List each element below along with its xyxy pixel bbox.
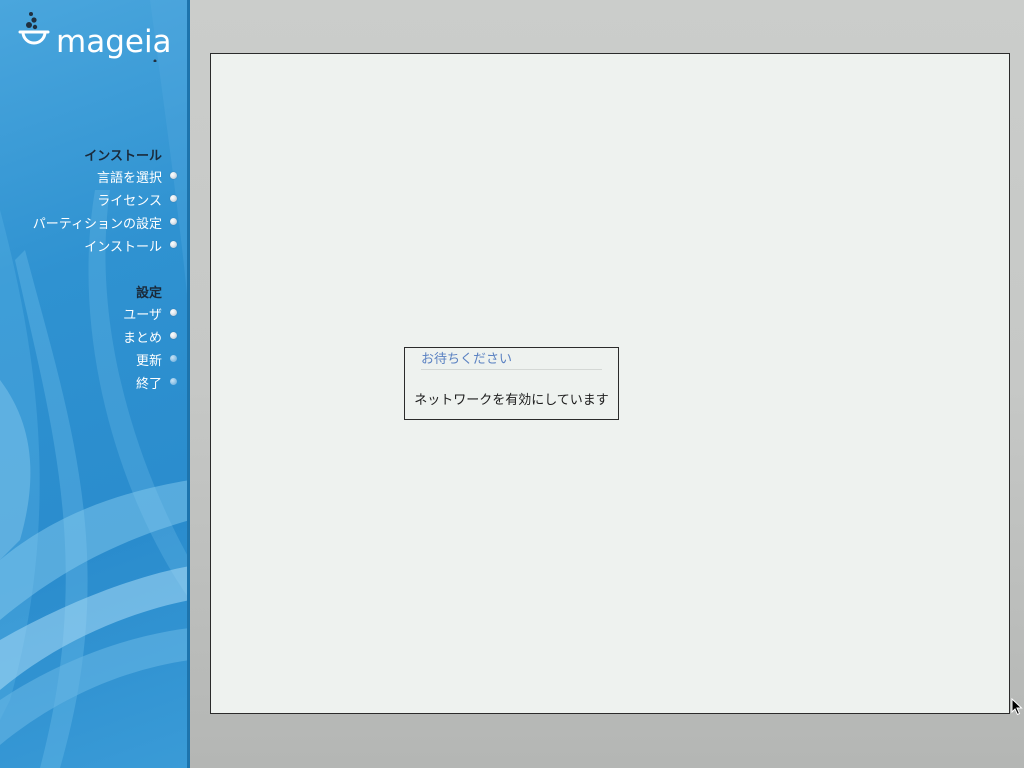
sidebar-step-summary: まとめ: [122, 326, 177, 346]
step-done-dot-icon: [170, 332, 177, 339]
sidebar-step-label: 終了: [135, 376, 162, 392]
sidebar-heading-install: インストール: [84, 149, 162, 164]
please-wait-dialog: お待ちください ネットワークを有効にしています: [404, 347, 619, 420]
dialog-title: お待ちください: [421, 352, 513, 367]
sidebar-step-label: 更新: [135, 353, 162, 369]
sidebar-step-partitioning: パーティションの設定: [32, 212, 177, 232]
sidebar-step-updates: 更新: [135, 349, 177, 369]
mageia-logo-mark: mageia: [18, 12, 172, 63]
step-done-dot-icon: [170, 172, 177, 179]
sidebar-step-label: ライセンス: [97, 193, 162, 209]
step-pending-dot-icon: [170, 378, 177, 385]
mageia-logo: mageia: [14, 8, 184, 66]
sidebar-step-label: ユーザ: [123, 307, 162, 323]
dialog-message: ネットワークを有効にしています: [414, 393, 609, 408]
mouse-pointer-icon: [1011, 698, 1023, 716]
step-pending-dot-icon: [170, 355, 177, 362]
sidebar-step-user: ユーザ: [123, 303, 177, 323]
step-done-dot-icon: [170, 218, 177, 225]
sidebar-step-exit: 終了: [135, 372, 177, 392]
sidebar-edge: [187, 0, 190, 768]
sidebar-heading-settings: 設定: [135, 286, 162, 301]
sidebar-step-label: インストール: [84, 239, 162, 255]
installer-sidebar: mageia インストール 言語を選択 ライセンス パーティションの設定 インス…: [0, 0, 190, 768]
step-done-dot-icon: [170, 309, 177, 316]
sidebar-step-label: パーティションの設定: [32, 216, 162, 232]
dialog-separator: [421, 369, 602, 370]
logo-text: mageia: [56, 24, 172, 60]
sidebar-step-language: 言語を選択: [96, 166, 177, 186]
sidebar-step-installation: インストール: [84, 235, 177, 255]
sidebar-step-license: ライセンス: [97, 189, 177, 209]
sidebar-step-label: まとめ: [122, 330, 162, 346]
step-done-dot-icon: [170, 195, 177, 202]
step-done-dot-icon: [170, 241, 177, 248]
sidebar-step-label: 言語を選択: [96, 170, 162, 186]
